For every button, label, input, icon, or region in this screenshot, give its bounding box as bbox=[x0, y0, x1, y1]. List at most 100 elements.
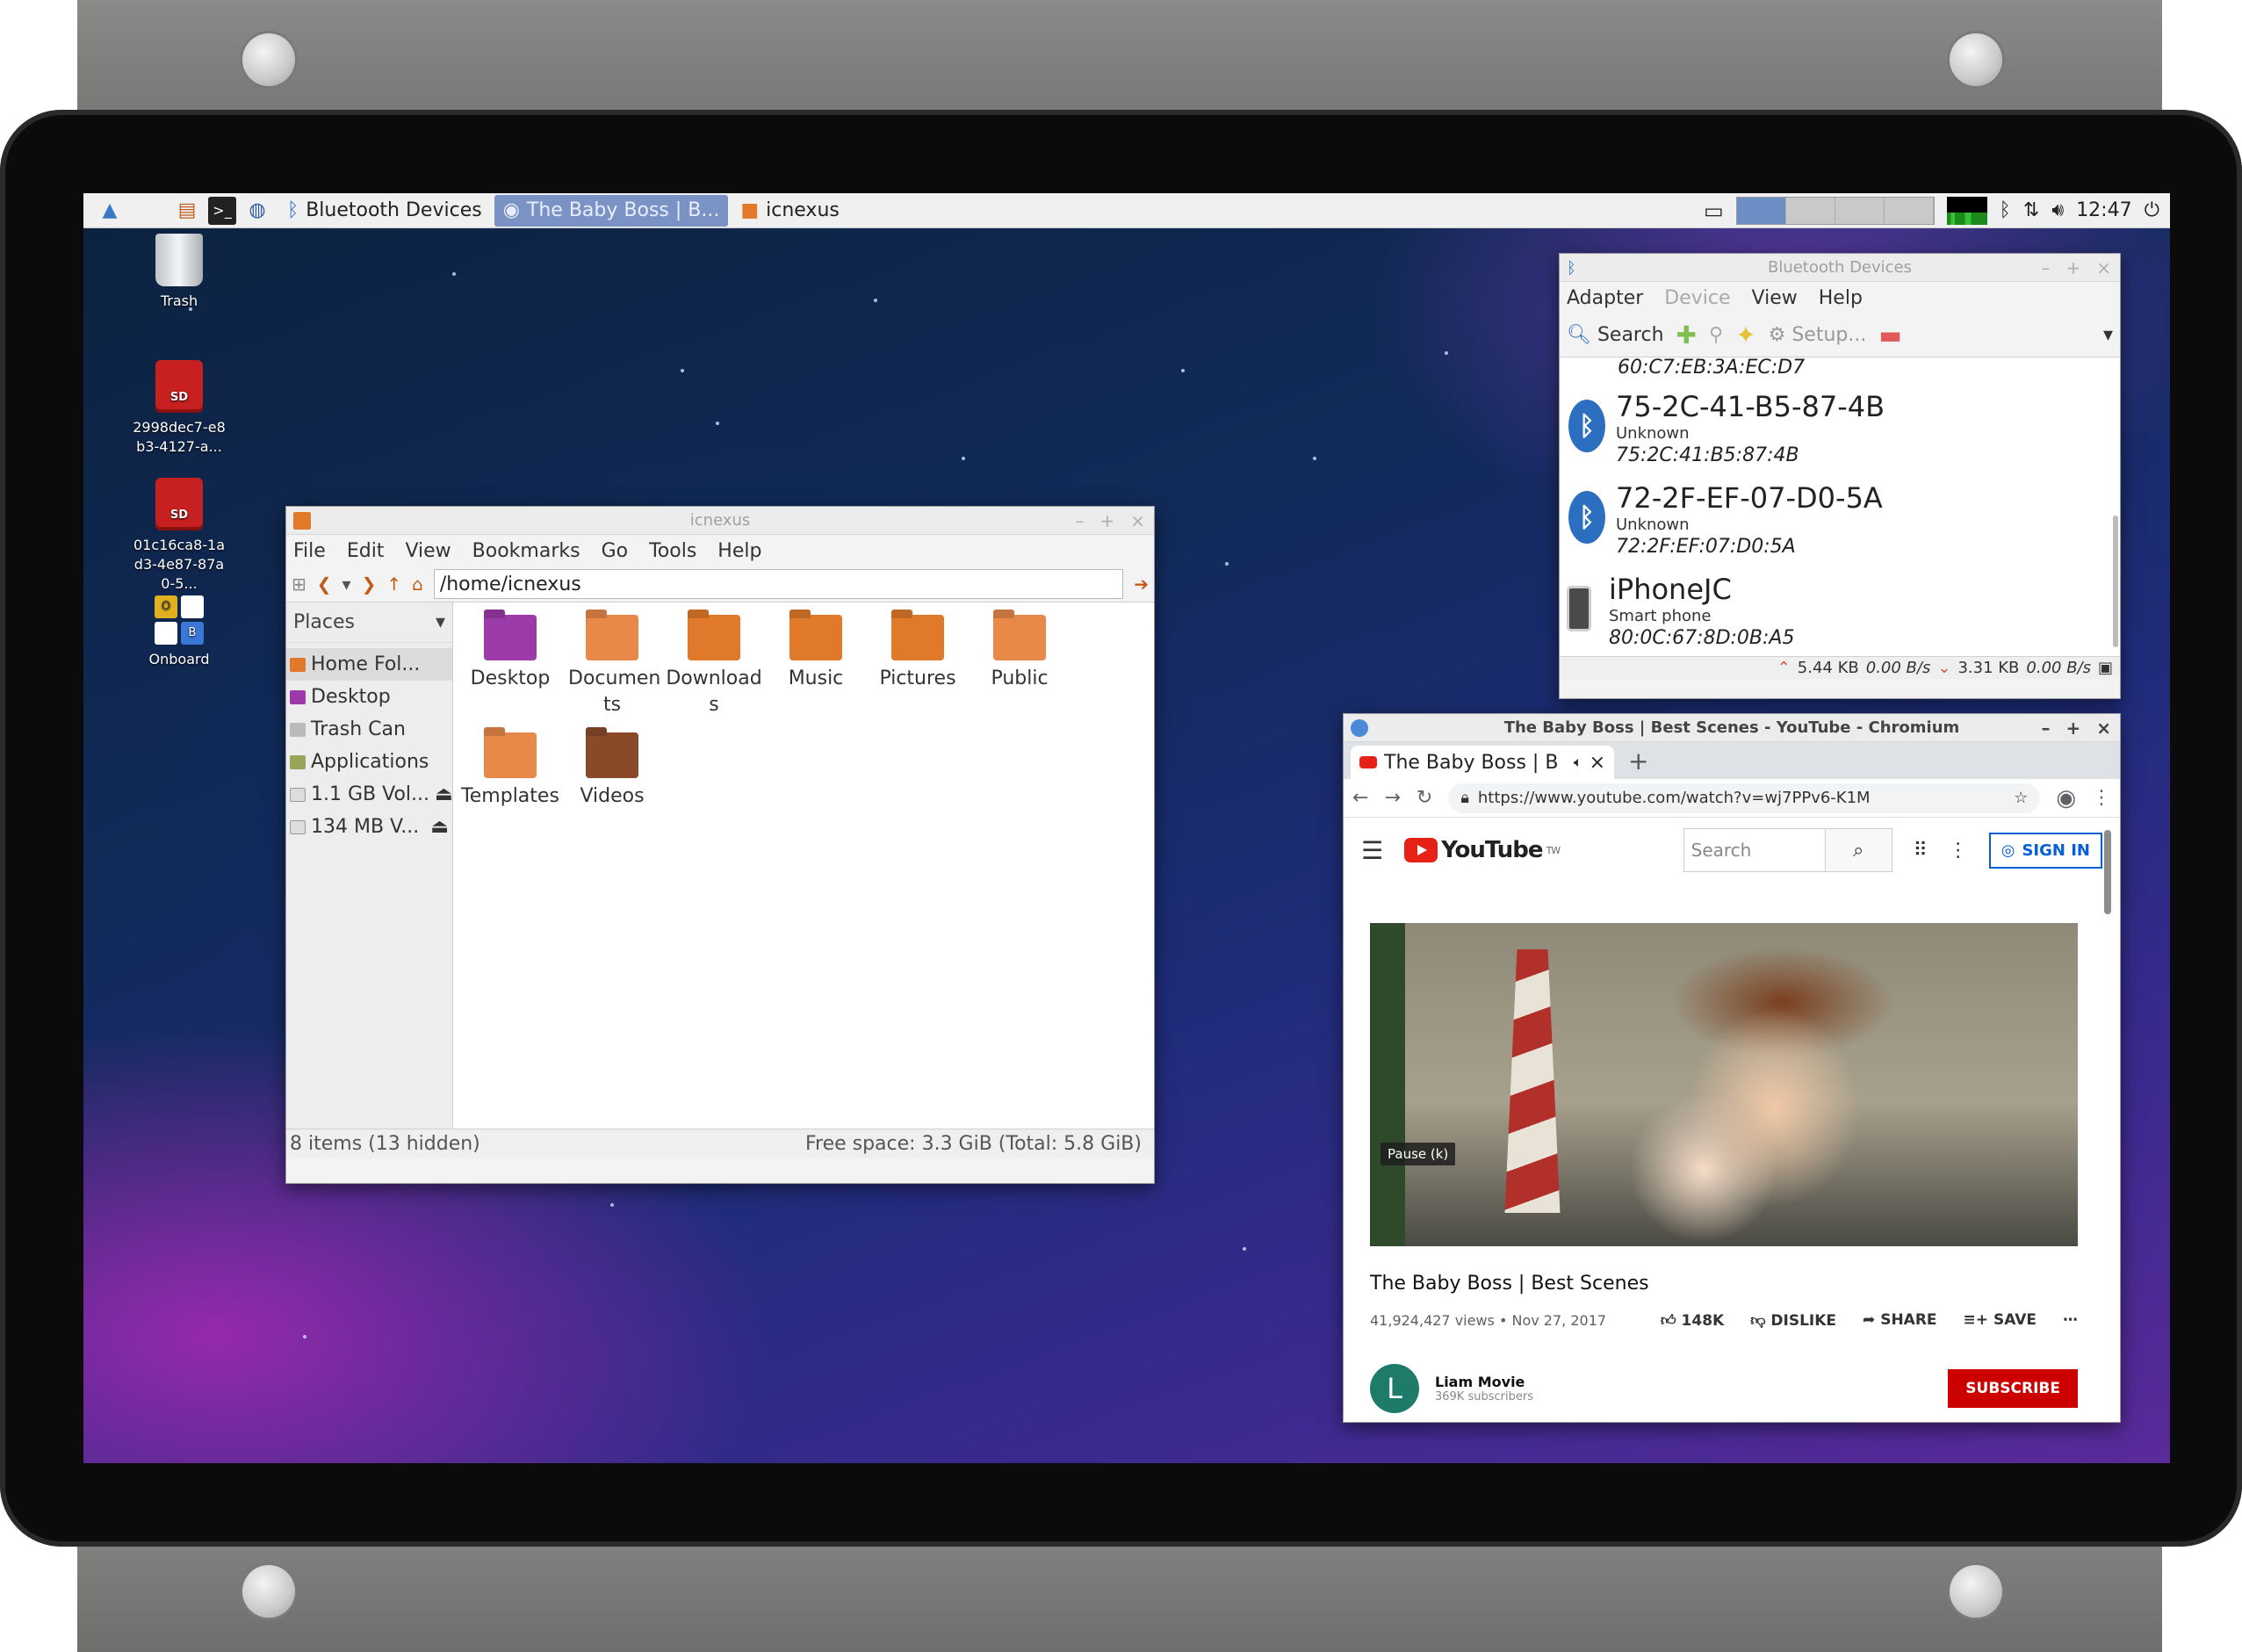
menu-tools[interactable]: Tools bbox=[649, 540, 696, 562]
volume-icon[interactable]: 🔊︎ bbox=[2051, 199, 2064, 221]
sidebar-item-volume-1[interactable]: 1.1 GB Vol... ⏏ bbox=[286, 778, 452, 811]
profile-icon[interactable]: ◉ bbox=[2056, 785, 2076, 812]
kebab-menu-icon[interactable]: ⋮ bbox=[2092, 787, 2111, 809]
sign-in-button[interactable]: ◎ SIGN IN bbox=[1988, 832, 2102, 869]
close-tab-icon[interactable]: × bbox=[1590, 752, 1605, 774]
path-input[interactable]: /home/icnexus bbox=[433, 569, 1124, 599]
page-scrollbar[interactable] bbox=[2104, 830, 2111, 914]
file-manager-launcher-icon[interactable]: ▤ bbox=[173, 197, 201, 225]
device-row[interactable]: ᛒ 72-2F-EF-07-D0-5A Unknown 72:2F:EF:07:… bbox=[1560, 480, 1883, 559]
bluetooth-titlebar[interactable]: ᛒ Bluetooth Devices – + × bbox=[1560, 254, 2120, 282]
desktop-icon-onboard[interactable]: O B Onboard bbox=[113, 595, 245, 669]
menu-go[interactable]: Go bbox=[602, 540, 629, 562]
folder-documents[interactable]: Documen ts bbox=[560, 615, 664, 718]
terminal-launcher-icon[interactable]: >_ bbox=[208, 196, 236, 225]
back-icon[interactable]: ← bbox=[1352, 787, 1368, 809]
hamburger-menu-icon[interactable]: ☰ bbox=[1361, 836, 1383, 865]
sidebar-item-desktop[interactable]: Desktop bbox=[286, 681, 452, 713]
toolbar-overflow-icon[interactable]: ▾ bbox=[2103, 324, 2113, 346]
menu-edit[interactable]: Edit bbox=[347, 540, 385, 562]
channel-name[interactable]: Liam Movie bbox=[1435, 1374, 1533, 1390]
setup-button[interactable]: ⚙ Setup... bbox=[1769, 324, 1867, 346]
audio-icon[interactable]: 🔈︎ bbox=[1574, 754, 1582, 771]
folder-public[interactable]: Public bbox=[968, 615, 1071, 692]
places-header[interactable]: Places ▾ bbox=[286, 606, 452, 643]
pair-icon[interactable]: ⚲ bbox=[1709, 324, 1723, 346]
add-icon[interactable]: ✚ bbox=[1676, 321, 1697, 350]
forward-icon[interactable]: → bbox=[1384, 787, 1400, 809]
trust-icon[interactable]: ✦ bbox=[1735, 321, 1755, 350]
desktop-icon-trash[interactable]: Trash bbox=[113, 234, 245, 311]
workspace-2[interactable] bbox=[1785, 197, 1835, 224]
remove-icon[interactable]: ▬ bbox=[1878, 321, 1901, 350]
search-icon[interactable]: ⌕ bbox=[1824, 829, 1892, 871]
chromium-titlebar[interactable]: The Baby Boss | Best Scenes - YouTube - … bbox=[1344, 714, 2120, 742]
url-input[interactable]: 🔒︎ https://www.youtube.com/watch?v=wj7PP… bbox=[1448, 783, 2041, 813]
show-desktop-icon[interactable]: ▭ bbox=[1704, 198, 1724, 223]
workspace-3[interactable] bbox=[1835, 197, 1885, 224]
clock[interactable]: 12:47 bbox=[2076, 199, 2131, 221]
power-icon[interactable]: ⏻ bbox=[2145, 199, 2159, 221]
eject-icon[interactable]: ⏏ bbox=[435, 783, 452, 805]
share-button[interactable]: ➦ SHARE bbox=[1863, 1311, 1937, 1330]
file-manager-titlebar[interactable]: icnexus – + × bbox=[286, 507, 1154, 535]
folder-desktop[interactable]: Desktop bbox=[458, 615, 562, 692]
sidebar-item-applications[interactable]: Applications bbox=[286, 746, 452, 778]
workspace-4[interactable] bbox=[1884, 197, 1934, 224]
menu-view[interactable]: View bbox=[405, 540, 451, 562]
home-icon[interactable]: ⌂ bbox=[412, 574, 423, 595]
sidebar-item-trash[interactable]: Trash Can bbox=[286, 713, 452, 746]
menu-file[interactable]: File bbox=[293, 540, 326, 562]
menu-logo-icon[interactable]: ▲ bbox=[96, 197, 124, 225]
settings-more-icon[interactable]: ⋮ bbox=[1949, 840, 1968, 862]
video-player[interactable]: Pause (k) bbox=[1370, 923, 2078, 1246]
folder-pictures[interactable]: Pictures bbox=[866, 615, 970, 692]
menu-adapter[interactable]: Adapter bbox=[1567, 287, 1643, 309]
scrollbar[interactable] bbox=[2113, 516, 2118, 647]
search-input[interactable]: Search bbox=[1683, 829, 1825, 871]
minimize-icon[interactable]: – bbox=[2041, 718, 2050, 739]
subscribe-button[interactable]: SUBSCRIBE bbox=[1948, 1369, 2078, 1408]
close-icon[interactable]: × bbox=[2096, 257, 2111, 278]
minimize-icon[interactable]: – bbox=[1075, 510, 1084, 531]
up-icon[interactable]: ↑ bbox=[386, 574, 401, 595]
back-icon[interactable]: ❮ bbox=[317, 574, 332, 595]
workspace-1[interactable] bbox=[1736, 197, 1786, 224]
desktop-icon-sd-card-2[interactable]: SD 01c16ca8-1ad3-4e87-87a0-5... bbox=[113, 478, 245, 594]
forward-icon[interactable]: ❯ bbox=[362, 574, 377, 595]
more-actions-icon[interactable]: ⋯ bbox=[2063, 1311, 2078, 1330]
device-row[interactable]: ᛒ 75-2C-41-B5-87-4B Unknown 75:2C:41:B5:… bbox=[1560, 389, 1885, 468]
folder-videos[interactable]: Videos bbox=[560, 732, 664, 810]
sidebar-item-home[interactable]: Home Fol... bbox=[286, 648, 452, 681]
reload-icon[interactable]: ↻ bbox=[1417, 787, 1432, 809]
taskbar-icnexus[interactable]: ■ icnexus bbox=[732, 195, 848, 227]
close-icon[interactable]: × bbox=[1130, 510, 1145, 531]
eject-icon[interactable]: ⏏ bbox=[430, 816, 449, 838]
workspace-switcher[interactable] bbox=[1735, 196, 1935, 225]
folder-templates[interactable]: Templates bbox=[458, 732, 562, 810]
sidebar-item-volume-2[interactable]: 134 MB V... ⏏ bbox=[286, 811, 452, 843]
desktop-icon-sd-card-1[interactable]: SD 2998dec7-e8b3-4127-a... bbox=[113, 360, 245, 457]
close-icon[interactable]: × bbox=[2096, 718, 2111, 739]
browser-launcher-icon[interactable]: ◍ bbox=[243, 197, 271, 225]
maximize-icon[interactable]: + bbox=[2065, 257, 2080, 278]
menu-device[interactable]: Device bbox=[1664, 287, 1730, 309]
dislike-button[interactable]: 👎︎ DISLIKE bbox=[1750, 1311, 1836, 1330]
history-dropdown-icon[interactable]: ▾ bbox=[342, 574, 351, 595]
apps-grid-icon[interactable]: ⠿ bbox=[1914, 840, 1928, 862]
menu-help[interactable]: Help bbox=[717, 540, 761, 562]
youtube-logo[interactable]: YouTube TW bbox=[1404, 837, 1561, 863]
menu-view[interactable]: View bbox=[1752, 287, 1798, 309]
maximize-icon[interactable]: + bbox=[1099, 510, 1114, 531]
menu-help[interactable]: Help bbox=[1819, 287, 1863, 309]
new-tab-icon[interactable]: ⊞ bbox=[292, 574, 306, 595]
device-row[interactable]: iPhoneJC Smart phone 80:0C:67:8D:0B:A5 bbox=[1560, 572, 1794, 651]
taskbar-bluetooth-devices[interactable]: ᛒ Bluetooth Devices bbox=[278, 195, 491, 227]
minimize-icon[interactable]: – bbox=[2041, 257, 2050, 278]
folder-music[interactable]: Music bbox=[764, 615, 868, 692]
browser-tab[interactable]: The Baby Boss | B 🔈︎ × bbox=[1351, 746, 1614, 779]
maximize-icon[interactable]: + bbox=[2065, 718, 2080, 739]
search-button[interactable]: 🔍︎ Search bbox=[1567, 324, 1664, 346]
save-button[interactable]: ≡+ SAVE bbox=[1964, 1311, 2037, 1330]
new-tab-icon[interactable]: + bbox=[1614, 747, 1662, 779]
